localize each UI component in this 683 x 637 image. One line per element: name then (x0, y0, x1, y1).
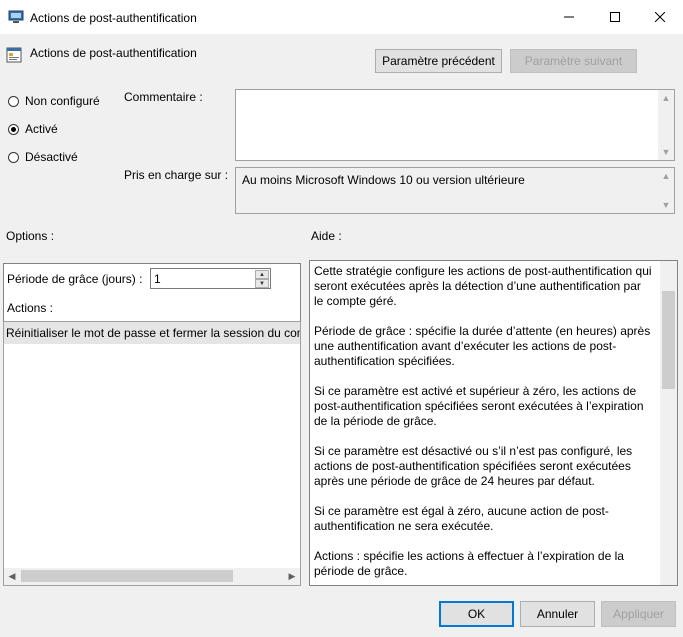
supported-label: Pris en charge sur : (124, 168, 229, 182)
ok-button[interactable]: OK (439, 601, 514, 627)
scroll-up-icon[interactable]: ▲ (658, 90, 674, 106)
help-paragraph: Si ce paramètre est désactivé ou s’il n’… (314, 444, 633, 488)
scroll-thumb[interactable] (21, 570, 233, 582)
scroll-thumb[interactable] (662, 291, 675, 389)
supported-value: Au moins Microsoft Windows 10 ou version… (242, 173, 525, 187)
apply-button[interactable]: Appliquer (601, 601, 676, 627)
help-paragraph: Période de grâce : spécifie la durée d’a… (314, 324, 651, 368)
options-panel: Période de grâce (jours) : 1 ▲ ▼ Actions… (3, 263, 301, 586)
previous-setting-button[interactable]: Paramètre précédent (375, 49, 502, 73)
radio-circle (8, 151, 19, 163)
help-paragraph: Si ce paramètre est activé et supérieur … (314, 384, 644, 428)
window-title: Actions de post-authentification (30, 11, 197, 25)
radio-label: Désactivé (25, 150, 78, 164)
grace-period-value: 1 (154, 272, 161, 286)
grace-period-label: Période de grâce (jours) : (7, 272, 143, 286)
comment-scrollbar[interactable]: ▲ ▼ (658, 90, 674, 160)
actions-listbox[interactable]: Réinitialiser le mot de passe et fermer … (3, 321, 301, 586)
scroll-left-icon[interactable]: ◀ (4, 568, 20, 585)
title-bar: Actions de post-authentification (0, 0, 683, 34)
close-icon (655, 12, 665, 22)
spin-down-icon[interactable]: ▼ (255, 279, 269, 288)
next-setting-button[interactable]: Paramètre suivant (510, 49, 637, 73)
spinner-buttons: ▲ ▼ (255, 270, 269, 288)
radio-label: Non configuré (25, 94, 100, 108)
radio-dot (11, 126, 16, 132)
help-paragraph: Cette stratégie configure les actions de… (314, 264, 652, 308)
minimize-button[interactable] (546, 0, 592, 34)
list-item[interactable]: Réinitialiser le mot de passe et fermer … (4, 322, 300, 344)
comment-label: Commentaire : (124, 90, 203, 104)
scroll-right-icon[interactable]: ▶ (284, 568, 300, 585)
minimize-icon (564, 16, 574, 18)
help-paragraph: Actions : spécifie les actions à effectu… (314, 549, 624, 578)
radio-enabled[interactable]: Activé (8, 122, 58, 136)
help-label: Aide : (311, 229, 342, 243)
setting-title: Actions de post-authentification (30, 46, 197, 60)
radio-disabled[interactable]: Désactivé (8, 150, 78, 164)
help-paragraph: Si ce paramètre est égal à zéro, aucune … (314, 504, 609, 533)
radio-circle (8, 95, 19, 107)
radio-circle-checked (8, 123, 19, 135)
grace-period-spinner[interactable]: 1 ▲ ▼ (150, 268, 271, 289)
help-scrollbar[interactable] (660, 261, 677, 585)
actions-label: Actions : (7, 301, 54, 315)
help-text: Cette stratégie configure les actions de… (314, 264, 652, 585)
cancel-button[interactable]: Annuler (520, 601, 595, 627)
scroll-down-icon[interactable]: ▼ (658, 197, 674, 213)
maximize-button[interactable] (592, 0, 638, 34)
radio-label: Activé (25, 122, 58, 136)
comment-textarea[interactable]: ▲ ▼ (235, 89, 675, 161)
maximize-icon (610, 12, 620, 22)
help-panel: Cette stratégie configure les actions de… (309, 260, 678, 586)
supported-scrollbar[interactable]: ▲ ▼ (658, 168, 674, 213)
options-label: Options : (6, 229, 55, 243)
close-button[interactable] (637, 0, 683, 34)
group-policy-icon (8, 10, 24, 23)
spin-up-icon[interactable]: ▲ (255, 270, 269, 279)
actions-horizontal-scrollbar[interactable]: ◀ ▶ (4, 568, 300, 585)
scroll-up-icon[interactable]: ▲ (658, 168, 674, 184)
policy-setting-icon (6, 47, 22, 63)
radio-not-configured[interactable]: Non configuré (8, 94, 100, 108)
supported-textbox: Au moins Microsoft Windows 10 ou version… (235, 167, 675, 214)
scroll-down-icon[interactable]: ▼ (658, 144, 674, 160)
